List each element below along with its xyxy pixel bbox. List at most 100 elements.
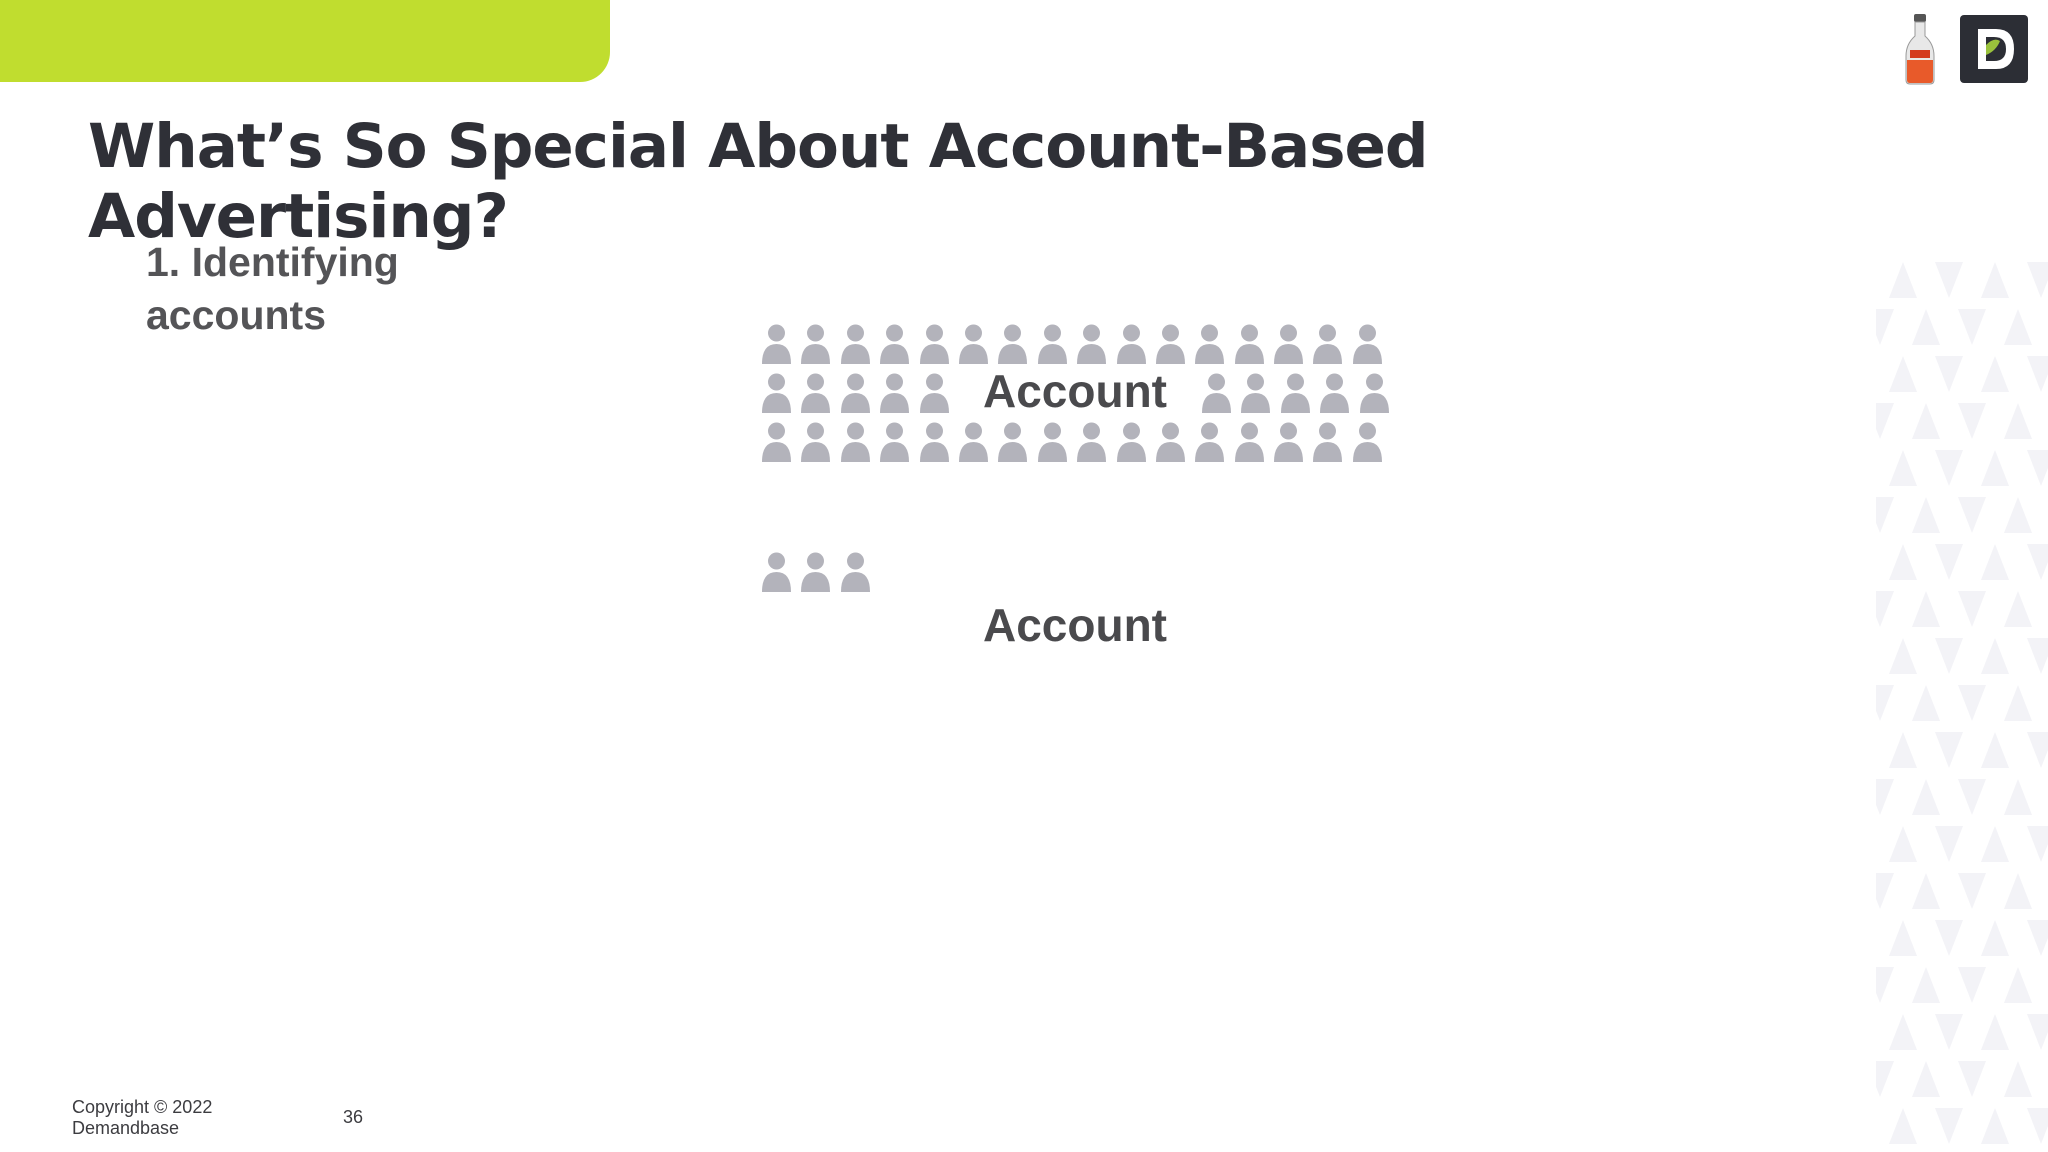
person-icon (836, 320, 875, 366)
person-icon (1112, 320, 1151, 366)
triangle-shape (2027, 262, 2048, 298)
person-icon (1315, 369, 1354, 415)
triangle-shape (1935, 1014, 1963, 1050)
bottle-icon (1900, 12, 1940, 86)
triangle-shape (1958, 967, 1986, 1003)
person-icon (915, 418, 954, 464)
person-icon (836, 418, 875, 464)
triangle-shape (2027, 544, 2048, 580)
person-icon (1269, 320, 1308, 366)
triangle-shape (1889, 826, 1917, 862)
triangle-shape (1912, 1061, 1940, 1097)
person-icon (1308, 320, 1347, 366)
person-icon (796, 548, 835, 594)
person-icon (796, 369, 835, 415)
person-icon (1269, 418, 1308, 464)
triangle-shape (1981, 1014, 2009, 1050)
person-icon (757, 418, 796, 464)
person-icon (993, 418, 1032, 464)
triangle-shape (1958, 497, 1986, 533)
triangle-shape (2004, 497, 2032, 533)
person-icon (757, 548, 796, 594)
triangle-shape (2027, 920, 2048, 956)
triangle-shape (2004, 403, 2032, 439)
triangle-shape (1876, 1061, 1894, 1097)
triangle-shape (1889, 920, 1917, 956)
triangle-shape (1912, 309, 1940, 345)
triangle-shape (2027, 638, 2048, 674)
triangle-shape (2004, 309, 2032, 345)
footer-copyright: Copyright © 2022 Demandbase (72, 1097, 213, 1138)
triangle-shape (1912, 685, 1940, 721)
triangle-shape (1981, 544, 2009, 580)
people-row (757, 418, 1387, 466)
person-icon (1308, 418, 1347, 464)
triangle-shape (1935, 356, 1963, 392)
person-icon (1151, 418, 1190, 464)
triangle-shape (2004, 873, 2032, 909)
triangle-shape (1889, 638, 1917, 674)
slide-title: What’s So Special About Account-Based Ad… (88, 111, 1429, 252)
person-icon (1112, 418, 1151, 464)
triangle-shape (1958, 591, 1986, 627)
person-icon (875, 418, 914, 464)
demandbase-d-logo[interactable] (1960, 15, 2028, 83)
triangle-shape (1876, 685, 1894, 721)
slide-subtitle: 1. Identifying accounts (146, 239, 399, 338)
triangle-shape (1889, 450, 1917, 486)
triangle-shape (1876, 309, 1894, 345)
person-icon (1355, 369, 1394, 415)
triangle-shape (1935, 826, 1963, 862)
triangle-shape (2027, 826, 2048, 862)
person-icon (875, 320, 914, 366)
triangle-shape (2004, 779, 2032, 815)
person-icon (1190, 418, 1229, 464)
triangle-shape (1876, 403, 1894, 439)
small-people-group (757, 548, 875, 594)
triangle-shape (1889, 262, 1917, 298)
triangle-shape (1935, 638, 1963, 674)
triangle-shape (1889, 1108, 1917, 1144)
triangle-shape (1876, 497, 1894, 533)
triangle-shape (1935, 544, 1963, 580)
person-icon (757, 369, 796, 415)
person-icon (1190, 320, 1229, 366)
triangle-shape (1958, 873, 1986, 909)
triangle-shape (1935, 262, 1963, 298)
person-icon (1230, 320, 1269, 366)
triangle-shape (1958, 1061, 1986, 1097)
triangle-shape (1876, 873, 1894, 909)
triangle-shape (1981, 638, 2009, 674)
triangle-shape (2027, 1108, 2048, 1144)
page-number: 36 (343, 1107, 364, 1127)
accent-bar (0, 0, 610, 82)
account-label: Account (983, 599, 1167, 651)
person-icon (1348, 320, 1387, 366)
triangle-shape (1912, 779, 1940, 815)
triangle-shape (1981, 262, 2009, 298)
triangle-shape (1958, 403, 1986, 439)
triangle-shape (1912, 497, 1940, 533)
person-icon (875, 369, 914, 415)
triangle-shape (2004, 967, 2032, 1003)
triangle-pattern (1876, 262, 2048, 1144)
person-icon (1276, 369, 1315, 415)
triangle-shape (1935, 920, 1963, 956)
triangle-shape (1981, 1108, 2009, 1144)
people-row (757, 320, 1387, 368)
triangle-shape (1981, 450, 2009, 486)
triangle-shape (1912, 967, 1940, 1003)
account-label: Account (983, 365, 1167, 417)
triangle-shape (1958, 779, 1986, 815)
triangle-shape (2027, 1014, 2048, 1050)
triangle-shape (1912, 591, 1940, 627)
triangle-shape (1958, 685, 1986, 721)
triangle-shape (1876, 591, 1894, 627)
person-icon (1230, 418, 1269, 464)
triangle-shape (1889, 356, 1917, 392)
person-icon (796, 418, 835, 464)
triangle-shape (1935, 450, 1963, 486)
triangle-shape (1889, 544, 1917, 580)
triangle-shape (1958, 309, 1986, 345)
triangle-shape (1876, 779, 1894, 815)
